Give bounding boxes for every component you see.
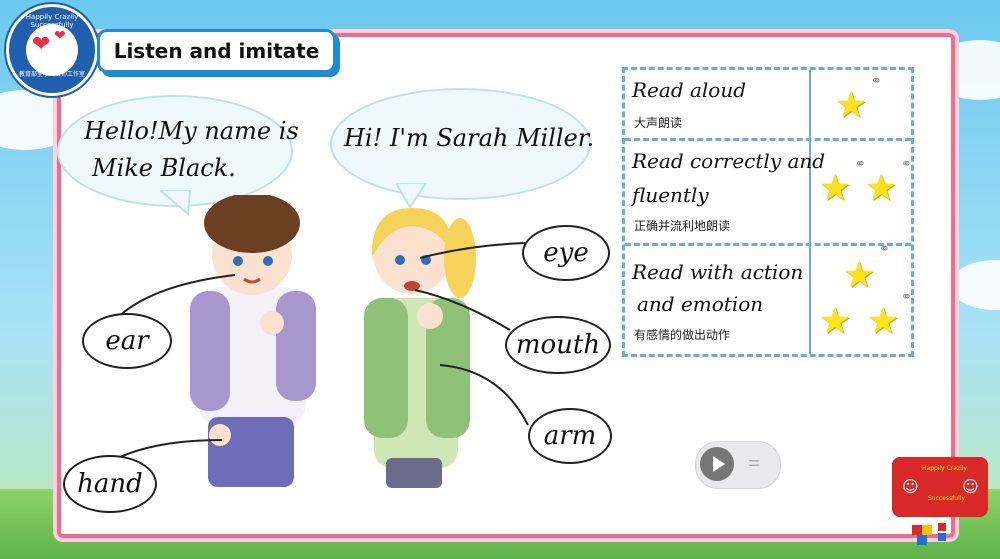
star-icon: ★ (819, 301, 852, 342)
rubric-row: Read aloud 大声朗读 ★ ⚭ (625, 70, 911, 141)
clip-icon: ⚭ (855, 157, 866, 172)
play-button[interactable] (700, 447, 734, 481)
clip-icon: ⚭ (879, 242, 890, 257)
criterion-text: Read with action (632, 260, 804, 284)
child-figure-icon: ☺ (902, 477, 919, 496)
criterion-text-line2: fluently (632, 183, 709, 207)
label-arm: arm (528, 408, 612, 464)
label-eye: eye (522, 225, 610, 281)
brand-badge: Happily Crazily Successfully ☺ ☺ (892, 457, 988, 517)
criterion-text: Read correctly and (632, 149, 826, 173)
rubric-table: Read aloud 大声朗读 ★ ⚭ Read correctly and f… (622, 67, 914, 357)
label-mouth: mouth (505, 316, 611, 374)
block-icon (938, 533, 946, 541)
criterion-text-line2: and emotion (637, 292, 764, 316)
star-icon: ★ (865, 168, 898, 209)
equalizer-icon[interactable]: ⚌ (748, 454, 761, 470)
clip-icon: ⚭ (901, 157, 912, 172)
star-icon: ★ (843, 255, 876, 296)
block-icon (917, 535, 927, 545)
rubric-row: Read correctly and fluently 正确并流利地朗读 ★ ★… (625, 141, 912, 246)
audio-player[interactable]: ⚌ (695, 441, 781, 489)
brand-text-line2: Successfully (928, 495, 965, 502)
block-icon (922, 525, 932, 535)
rubric-row: Read with action and emotion 有感情的做出动作 ★ … (625, 242, 912, 354)
block-icon (912, 525, 922, 535)
block-icon (938, 523, 946, 531)
star-icon: ★ (819, 168, 852, 209)
label-ear: ear (82, 313, 172, 369)
label-hand: hand (63, 455, 157, 513)
criterion-text: Read aloud (632, 78, 747, 102)
star-icon: ★ (835, 85, 868, 126)
brand-blocks-logo (912, 521, 982, 549)
criterion-chinese: 有感情的做出动作 (634, 328, 731, 342)
child-figure-icon: ☺ (962, 477, 979, 496)
clip-icon: ⚭ (871, 74, 882, 89)
play-icon (713, 456, 725, 472)
criterion-chinese: 正确并流利地朗读 (634, 219, 731, 233)
criterion-chinese: 大声朗读 (634, 116, 683, 130)
star-icon: ★ (867, 301, 900, 342)
brand-text-line1: Happily Crazily (922, 465, 967, 472)
clip-icon: ⚭ (901, 290, 912, 305)
